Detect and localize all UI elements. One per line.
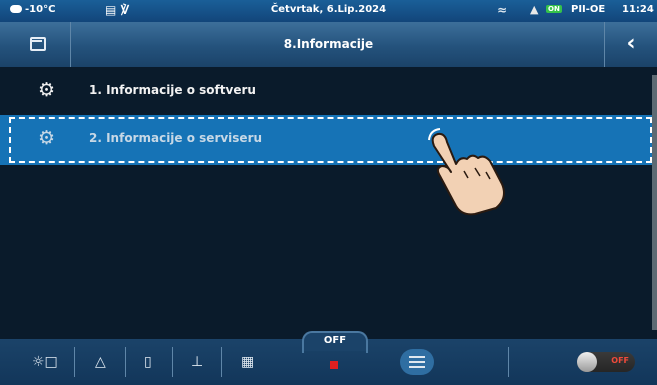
bottom-bar: ☼□ △ ▯ ⊥ ▦ OFF OFF [0,331,657,385]
wifi-icon: ≈ [497,3,508,17]
menu-list: ⚙ 1. Informacije o softveru ⚙ 2. Informa… [0,67,657,165]
menu-item-label: 2. Informacije o serviseru [89,131,263,145]
state-indicator: OFF [302,331,368,353]
scrollbar[interactable] [652,75,657,330]
page-title: 8.Informacije [283,37,374,51]
toggle-knob [577,352,597,372]
flame-small-icon[interactable]: △ [95,354,106,370]
divider [221,347,222,377]
boiler-mode: PII-OE [571,4,606,15]
heater-tap-icons: ▤ ℣ [105,3,130,17]
menu-item-software-info[interactable]: ⚙ 1. Informacije o softveru [0,67,657,115]
outdoor-temperature: -10°C [10,4,55,15]
back-button[interactable]: ‹ [604,22,657,67]
on-badge: ON [546,5,562,13]
menu-item-service-info[interactable]: ⚙ 2. Informacije o serviseru [0,115,657,165]
power-toggle[interactable]: OFF [577,352,635,372]
temperature-text: -10°C [25,4,56,15]
clock: 11:24 [622,4,654,15]
menu-line [409,361,425,363]
divider [508,347,509,377]
state-label: OFF [323,335,347,346]
outdoor-heating-icon[interactable]: ☼□ [32,354,58,370]
radiator-small-icon[interactable]: ▦ [241,354,254,370]
menu-item-label: 1. Informacije o softveru [89,83,256,97]
chevron-left-icon: ‹ [626,31,636,56]
title-bar: 8.Informacije ‹ [0,22,657,67]
tap-small-icon[interactable]: ⊥ [191,354,203,370]
divider [172,347,173,377]
gear-icon: ⚙ [38,127,56,149]
radiator-icon: ▤ [105,3,117,17]
hand-pointer-icon [428,128,505,216]
boiler-icon[interactable]: ▯ [144,354,152,370]
flame-icon: ▲ [530,3,539,16]
stop-icon [330,361,338,369]
screen: -10°C ▤ ℣ Četvrtak, 6.Lip.2024 ≈ ▲ ON PI… [0,0,657,385]
divider [125,347,126,377]
tap-icon: ℣ [120,3,130,17]
cloud-icon [10,5,22,13]
menu-line [409,366,425,368]
gear-icon: ⚙ [38,79,56,101]
toggle-label: OFF [611,356,629,365]
menu-button[interactable] [400,349,434,375]
divider [74,347,75,377]
status-bar: -10°C ▤ ℣ Četvrtak, 6.Lip.2024 ≈ ▲ ON PI… [0,0,657,22]
menu-line [409,356,425,358]
